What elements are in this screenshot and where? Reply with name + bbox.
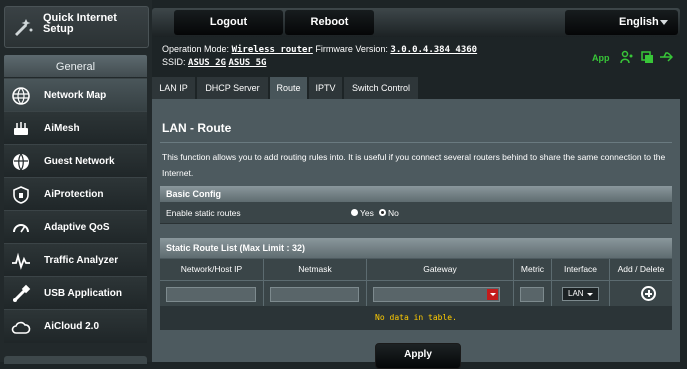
enable-static-routes-label: Enable static routes bbox=[166, 208, 241, 218]
operation-info: Operation Mode: Wireless router Firmware… bbox=[162, 44, 477, 55]
sidebar-section-general: General bbox=[4, 55, 147, 77]
static-route-list-header: Static Route List (Max Limit : 32) bbox=[160, 238, 672, 258]
cell-metric bbox=[514, 280, 552, 306]
sidebar: Quick Internet Setup General Network Map… bbox=[0, 0, 152, 364]
interface-select[interactable]: LAN bbox=[562, 287, 599, 301]
radio-yes-label: Yes bbox=[360, 208, 374, 218]
network-host-ip-input[interactable] bbox=[166, 287, 256, 302]
cell-network-host-ip bbox=[160, 280, 264, 306]
tab-iptv[interactable]: IPTV bbox=[309, 77, 342, 99]
col-network-host-ip: Network/Host IP bbox=[160, 259, 264, 280]
status-info-bar: Operation Mode: Wireless router Firmware… bbox=[152, 40, 680, 74]
col-add-delete: Add / Delete bbox=[610, 259, 672, 280]
tab-dhcp-server[interactable]: DHCP Server bbox=[197, 77, 268, 99]
cell-netmask bbox=[264, 280, 367, 306]
gauge-icon bbox=[13, 224, 29, 233]
radio-no-label: No bbox=[388, 208, 399, 218]
ssid-2g-link[interactable]: ASUS_2G bbox=[188, 58, 226, 68]
clients-icon[interactable] bbox=[620, 50, 634, 64]
sidebar-item-label: AiProtection bbox=[44, 189, 104, 200]
sidebar-item-label: USB Application bbox=[44, 288, 122, 299]
gateway-input[interactable] bbox=[373, 287, 500, 302]
op-mode-link[interactable]: Wireless router bbox=[232, 45, 313, 55]
op-mode-label: Operation Mode: bbox=[162, 44, 230, 54]
wizard-icon bbox=[15, 19, 33, 36]
app-link[interactable]: App bbox=[592, 53, 610, 63]
sidebar-item-traffic-analyzer[interactable]: Traffic Analyzer bbox=[4, 243, 147, 277]
page-description: This function allows you to add routing … bbox=[162, 152, 666, 178]
sidebar-item-usb-application[interactable]: USB Application bbox=[4, 276, 147, 310]
ssid-info: SSID: ASUS_2G ASUS_5G bbox=[162, 57, 266, 68]
quick-setup-label: Quick Internet Setup bbox=[43, 12, 117, 35]
sidebar-item-label: Traffic Analyzer bbox=[44, 255, 119, 266]
tab-switch-control[interactable]: Switch Control bbox=[344, 77, 418, 99]
sidebar-item-aiprotection[interactable]: AiProtection bbox=[4, 177, 147, 211]
basic-config-header: Basic Config bbox=[160, 186, 672, 202]
sidebar-item-aimesh[interactable]: AiMesh bbox=[4, 111, 147, 145]
col-metric: Metric bbox=[514, 259, 552, 280]
usb-status-icon[interactable] bbox=[659, 50, 673, 64]
copy-icon[interactable] bbox=[640, 50, 654, 64]
shield-icon bbox=[13, 186, 29, 204]
network-map-icon bbox=[12, 87, 30, 105]
no-data-message: No data in table. bbox=[160, 306, 672, 330]
top-bar: Logout Reboot English bbox=[152, 8, 680, 37]
tab-lan-ip[interactable]: LAN IP bbox=[152, 77, 195, 99]
col-gateway: Gateway bbox=[367, 259, 514, 280]
radio-no[interactable] bbox=[379, 209, 386, 216]
main-content: LAN - Route This function allows you to … bbox=[152, 99, 680, 369]
reboot-button[interactable]: Reboot bbox=[285, 10, 374, 35]
apply-button[interactable]: Apply bbox=[375, 343, 461, 369]
enable-static-routes-row: Enable static routes Yes No bbox=[160, 202, 672, 224]
sidebar-item-label: AiMesh bbox=[44, 123, 80, 134]
metric-input[interactable] bbox=[520, 287, 544, 302]
ssid-label: SSID: bbox=[162, 57, 186, 67]
sidebar-item-adaptive-qos[interactable]: Adaptive QoS bbox=[4, 210, 147, 244]
aimesh-icon bbox=[14, 122, 28, 135]
sidebar-item-guest-network[interactable]: Guest Network bbox=[4, 144, 147, 178]
language-select[interactable]: English bbox=[565, 10, 678, 35]
gateway-dropdown-icon[interactable] bbox=[487, 289, 498, 300]
interface-value: LAN bbox=[568, 289, 584, 298]
language-value: English bbox=[619, 16, 659, 28]
page-title: LAN - Route bbox=[162, 121, 232, 135]
cell-gateway bbox=[367, 280, 514, 306]
firmware-label: Firmware Version: bbox=[315, 44, 388, 54]
radio-yes[interactable] bbox=[351, 209, 358, 216]
chevron-down-icon bbox=[587, 293, 593, 296]
logout-button[interactable]: Logout bbox=[174, 10, 283, 35]
add-icon[interactable] bbox=[641, 286, 656, 301]
chevron-down-icon bbox=[660, 20, 668, 25]
netmask-input[interactable] bbox=[270, 287, 359, 302]
sidebar-item-aicloud[interactable]: AiCloud 2.0 bbox=[4, 309, 147, 343]
sidebar-item-label: Adaptive QoS bbox=[44, 222, 110, 233]
sidebar-item-label: AiCloud 2.0 bbox=[44, 321, 100, 332]
guest-network-icon bbox=[13, 153, 29, 171]
quick-internet-setup-button[interactable]: Quick Internet Setup bbox=[4, 6, 149, 48]
cell-interface: LAN bbox=[552, 280, 610, 306]
traffic-wave-icon bbox=[12, 252, 30, 270]
cell-add-delete bbox=[610, 280, 672, 306]
sidebar-item-partial bbox=[4, 356, 147, 364]
col-interface: Interface bbox=[552, 259, 610, 280]
ssid-5g-link[interactable]: ASUS_5G bbox=[228, 58, 266, 68]
cloud-icon bbox=[11, 321, 31, 334]
col-netmask: Netmask bbox=[264, 259, 367, 280]
sidebar-item-label: Guest Network bbox=[44, 156, 115, 167]
sidebar-item-network-map[interactable]: Network Map bbox=[4, 78, 147, 112]
title-divider bbox=[160, 142, 672, 143]
sidebar-item-label: Network Map bbox=[44, 90, 107, 101]
tab-route[interactable]: Route bbox=[270, 77, 307, 99]
firmware-link[interactable]: 3.0.0.4.384_4360 bbox=[390, 45, 477, 55]
usb-icon bbox=[13, 284, 31, 302]
